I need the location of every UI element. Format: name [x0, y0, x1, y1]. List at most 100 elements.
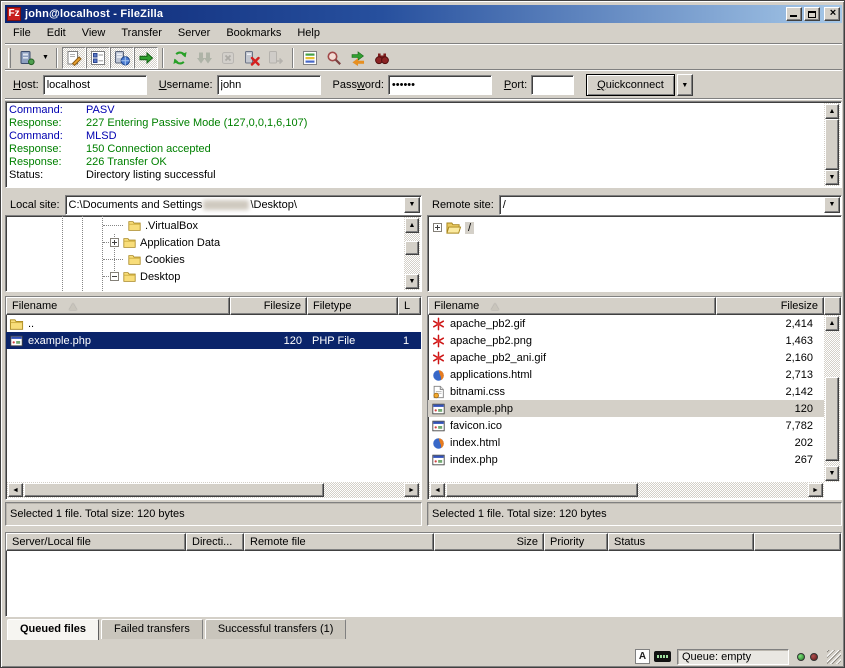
remote-site-combo[interactable]: / ▼ [499, 195, 842, 215]
close-button[interactable]: × [824, 7, 840, 21]
speed-limit-icon[interactable] [654, 651, 671, 662]
password-input[interactable] [388, 75, 492, 95]
tree-item-root[interactable]: / [433, 219, 474, 236]
scroll-down-icon[interactable]: ▼ [825, 170, 839, 185]
tree-item-virtualbox[interactable]: .VirtualBox [124, 217, 198, 234]
expand-plus-icon[interactable] [433, 223, 442, 232]
toggle-message-log-button[interactable] [62, 47, 86, 69]
process-queue-button[interactable] [192, 47, 216, 69]
column-header-filesize[interactable]: Filesize [230, 297, 307, 315]
log-scrollbar[interactable]: ▲ ▼ [824, 103, 840, 186]
menu-view[interactable]: View [74, 24, 114, 42]
ascii-datatype-icon[interactable]: A [635, 649, 650, 664]
tab-queued-files[interactable]: Queued files [7, 619, 99, 640]
collapse-minus-icon[interactable] [110, 272, 119, 281]
remote-file-list[interactable]: Filename Filesize apache_pb2.gif2,414 ap… [427, 296, 842, 500]
remote-list-hscrollbar[interactable]: ◄ ► [429, 482, 824, 498]
menu-file[interactable]: File [5, 24, 39, 42]
find-files-button[interactable] [370, 47, 394, 69]
column-header-filetype[interactable]: Filetype [307, 297, 398, 315]
tab-successful-transfers[interactable]: Successful transfers (1) [205, 619, 347, 639]
expand-plus-icon[interactable] [110, 238, 119, 247]
column-header-remote-file[interactable]: Remote file [244, 533, 434, 551]
transfer-queue[interactable]: Server/Local file Directi... Remote file… [5, 532, 842, 617]
file-row[interactable]: apache_pb2_ani.gif2,160 [428, 349, 824, 366]
column-header-direction[interactable]: Directi... [186, 533, 244, 551]
file-row[interactable]: applications.html2,713 [428, 366, 824, 383]
column-header-filename[interactable]: Filename [6, 297, 230, 315]
resize-grip[interactable] [827, 650, 841, 664]
toggle-transfer-queue-button[interactable] [134, 47, 158, 69]
combo-dropdown-icon[interactable]: ▼ [824, 197, 840, 213]
menu-server[interactable]: Server [170, 24, 218, 42]
file-row[interactable]: apache_pb2.png1,463 [428, 332, 824, 349]
local-directory-tree[interactable]: .VirtualBox Application Data Cookies Des… [5, 215, 422, 292]
scroll-down-icon[interactable]: ▼ [405, 274, 419, 289]
tree-item-cookies[interactable]: Cookies [124, 251, 185, 268]
site-manager-dropdown[interactable]: ▼ [39, 47, 52, 69]
scroll-right-icon[interactable]: ► [808, 483, 823, 497]
remote-directory-tree[interactable]: / [427, 215, 842, 292]
disconnect-button[interactable] [240, 47, 264, 69]
site-manager-button[interactable] [15, 47, 39, 69]
reconnect-button[interactable] [264, 47, 288, 69]
toggle-remote-tree-button[interactable] [110, 47, 134, 69]
file-row-parent-dir[interactable]: .. [6, 315, 421, 332]
scrollbar-thumb[interactable] [825, 377, 839, 461]
scrollbar-thumb[interactable] [825, 119, 839, 170]
local-file-list[interactable]: Filename Filesize Filetype L .. example.… [5, 296, 422, 500]
scroll-left-icon[interactable]: ◄ [8, 483, 23, 497]
column-header-filename[interactable]: Filename [428, 297, 716, 315]
column-header-server-local-file[interactable]: Server/Local file [6, 533, 186, 551]
scroll-up-icon[interactable]: ▲ [405, 218, 419, 233]
file-row[interactable]: apache_pb2.gif2,414 [428, 315, 824, 332]
toolbar-grip[interactable] [8, 48, 11, 68]
local-list-hscrollbar[interactable]: ◄ ► [7, 482, 420, 498]
combo-dropdown-icon[interactable]: ▼ [404, 197, 420, 213]
scrollbar-thumb[interactable] [405, 241, 419, 255]
file-row[interactable]: favicon.ico7,782 [428, 417, 824, 434]
directory-comparison-button[interactable] [322, 47, 346, 69]
scrollbar-thumb[interactable] [446, 483, 638, 497]
maximize-button[interactable] [804, 7, 820, 21]
refresh-button[interactable] [168, 47, 192, 69]
local-site-combo[interactable]: C:\Documents and Settings\Desktop\ ▼ [65, 195, 422, 215]
menu-transfer[interactable]: Transfer [113, 24, 170, 42]
scroll-up-icon[interactable]: ▲ [825, 316, 839, 331]
menu-bookmarks[interactable]: Bookmarks [218, 24, 289, 42]
quickconnect-dropdown[interactable]: ▼ [677, 74, 693, 96]
column-header-modified[interactable]: L [398, 297, 421, 315]
file-row-example-php[interactable]: example.php 120 PHP File 1 [6, 332, 421, 349]
file-row[interactable]: bitnami.css2,142 [428, 383, 824, 400]
file-row-selected[interactable]: example.php120 [428, 400, 824, 417]
column-header-priority[interactable]: Priority [544, 533, 608, 551]
synchronized-browsing-button[interactable] [346, 47, 370, 69]
scroll-up-icon[interactable]: ▲ [825, 104, 839, 119]
local-tree-scrollbar[interactable]: ▲ ▼ [404, 217, 420, 290]
scroll-left-icon[interactable]: ◄ [430, 483, 445, 497]
scrollbar-thumb[interactable] [24, 483, 324, 497]
column-header-size[interactable]: Size [434, 533, 544, 551]
file-row[interactable]: index.html202 [428, 434, 824, 451]
cancel-button[interactable] [216, 47, 240, 69]
quickconnect-button[interactable]: Quickconnect [586, 74, 675, 96]
username-input[interactable] [217, 75, 321, 95]
directory-filters-button[interactable] [298, 47, 322, 69]
menu-edit[interactable]: Edit [39, 24, 74, 42]
column-header-status[interactable]: Status [608, 533, 754, 551]
titlebar[interactable]: Fz john@localhost - FileZilla × [5, 5, 842, 23]
menu-help[interactable]: Help [289, 24, 328, 42]
minimize-button[interactable] [786, 7, 802, 21]
host-input[interactable] [43, 75, 147, 95]
tree-item-desktop[interactable]: Desktop [110, 268, 180, 285]
port-input[interactable] [531, 75, 574, 95]
toggle-local-tree-button[interactable] [86, 47, 110, 69]
message-log[interactable]: Command:PASV Response:227 Entering Passi… [5, 101, 842, 188]
file-row[interactable]: index.php267 [428, 451, 824, 468]
column-header-filesize[interactable]: Filesize [716, 297, 824, 315]
tab-failed-transfers[interactable]: Failed transfers [101, 619, 203, 639]
tree-item-application-data[interactable]: Application Data [110, 234, 220, 251]
scroll-right-icon[interactable]: ► [404, 483, 419, 497]
remote-list-vscrollbar[interactable]: ▲ ▼ [824, 315, 840, 482]
scroll-down-icon[interactable]: ▼ [825, 466, 839, 481]
